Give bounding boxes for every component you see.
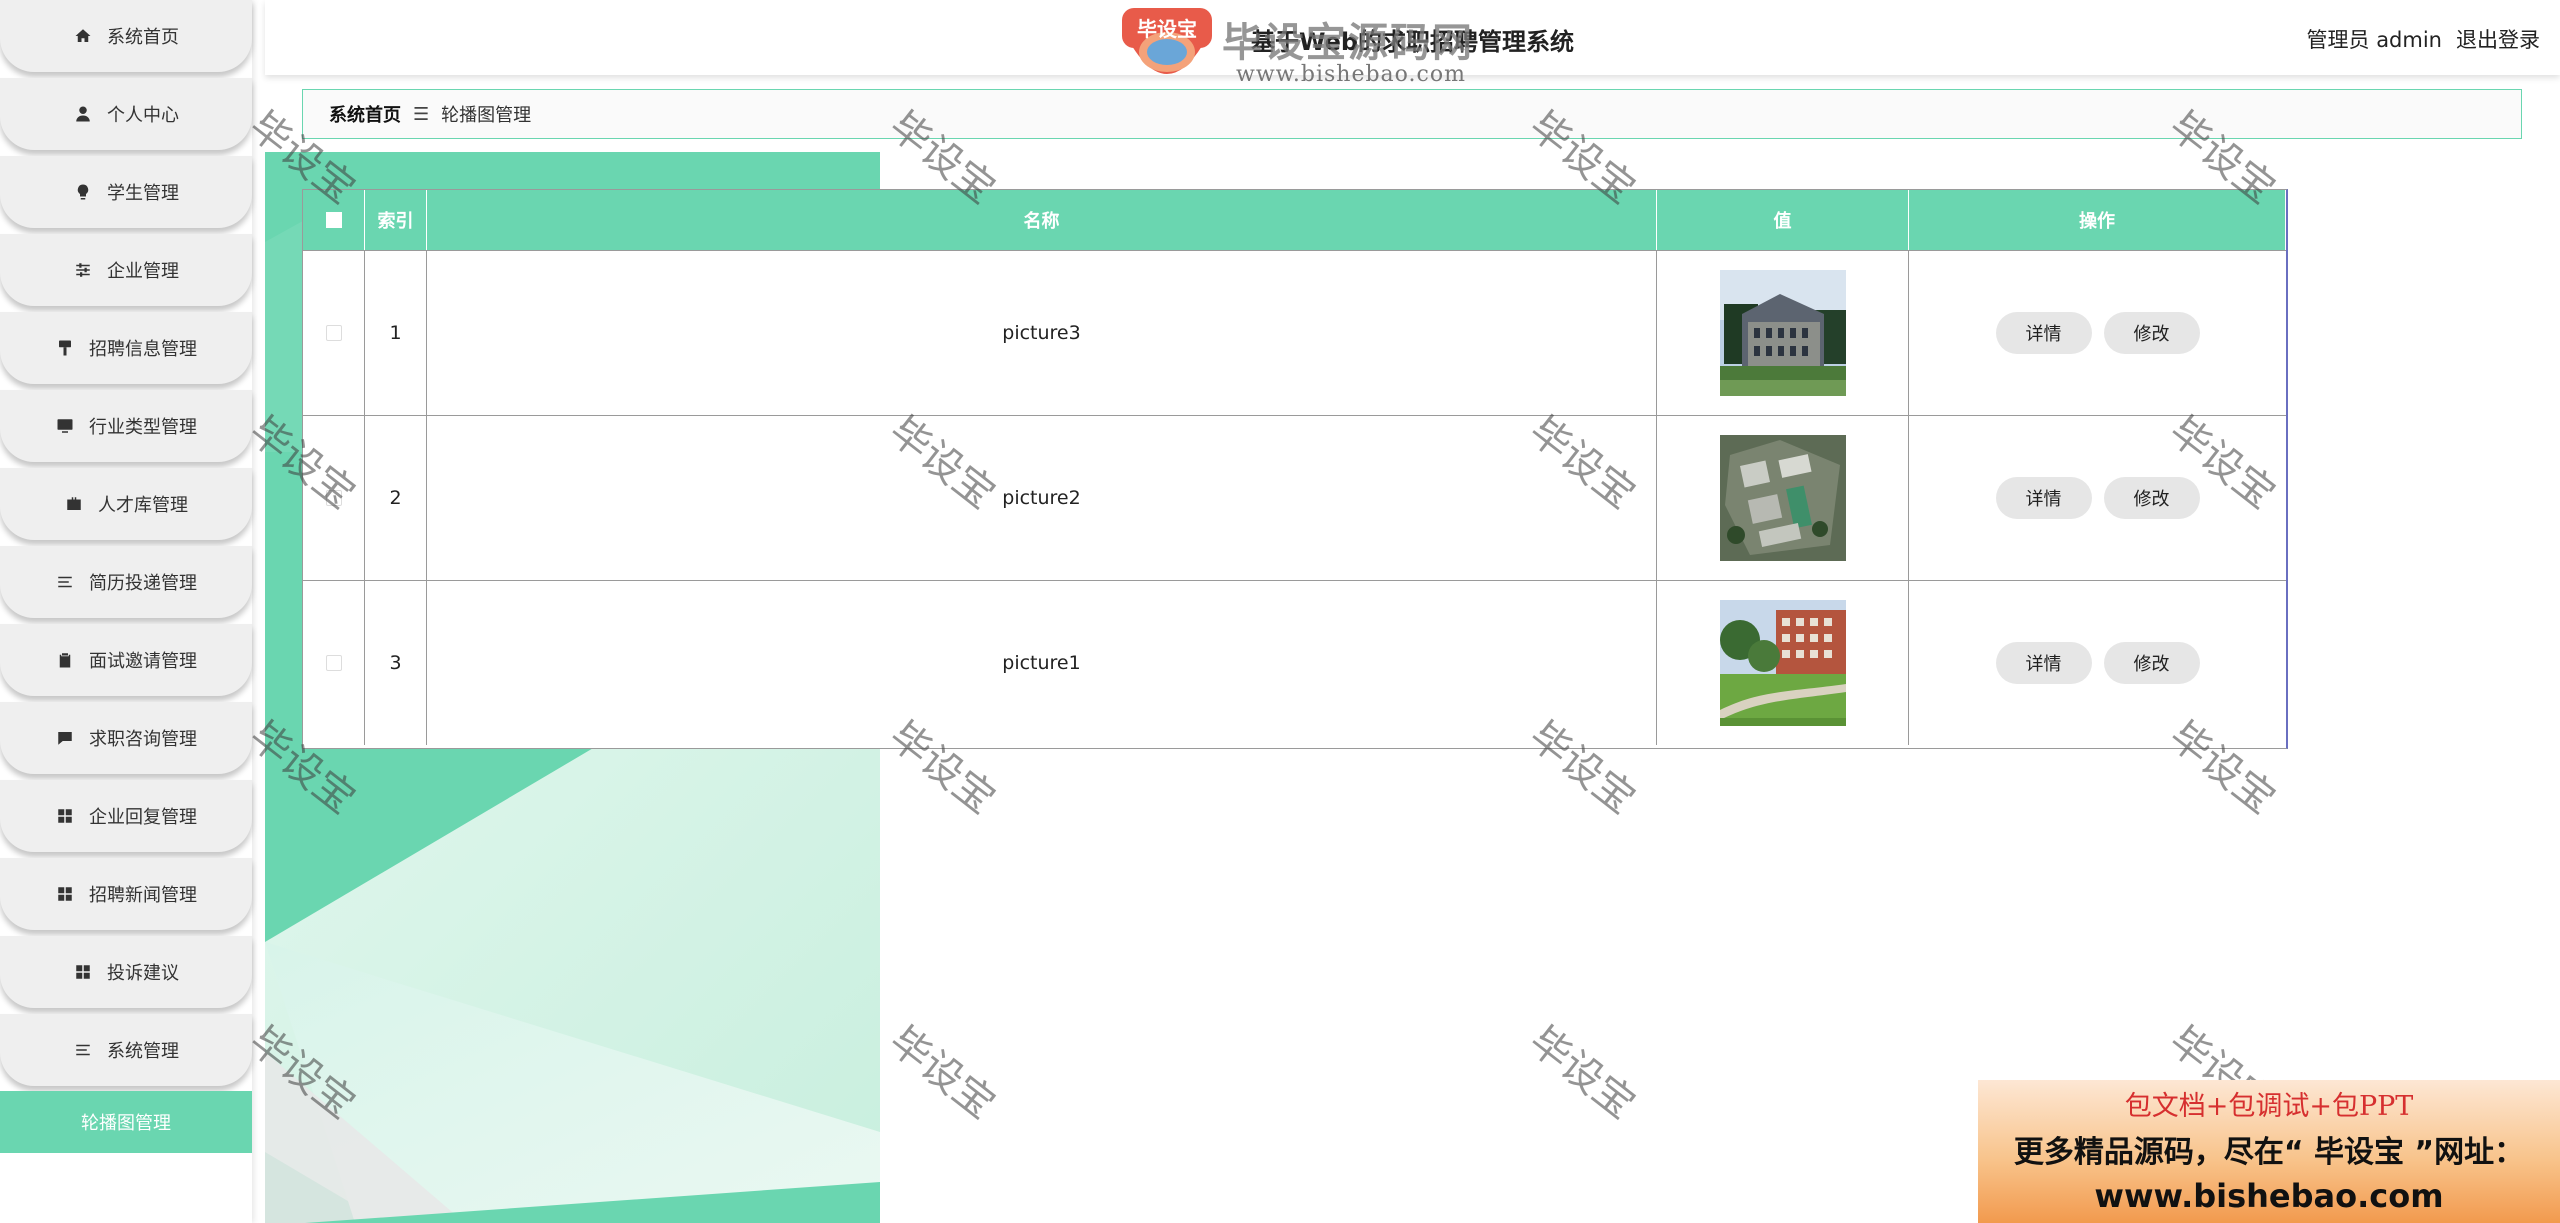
sliders-icon — [73, 260, 93, 280]
ad-url: www.bishebao.com — [2094, 1177, 2444, 1215]
row-actions: 详情 修改 — [1909, 580, 2286, 745]
sidebar-item-label: 学生管理 — [107, 183, 179, 204]
sidebar: 系统首页 个人中心 学生管理 企业管理 招聘信息管理 行业类型管理 人才库管理 … — [0, 0, 252, 1223]
user-icon — [73, 104, 93, 124]
sidebar-item-label: 招聘新闻管理 — [89, 885, 197, 906]
row-index: 2 — [365, 415, 427, 580]
sidebar-item-label: 企业管理 — [107, 261, 179, 282]
sidebar-item-label: 个人中心 — [107, 105, 179, 126]
detail-button[interactable]: 详情 — [1995, 642, 2092, 684]
sidebar-item-system[interactable]: 系统管理 — [0, 1014, 252, 1086]
column-header-name: 名称 — [427, 190, 1657, 250]
sidebar-item-label: 系统管理 — [107, 1041, 179, 1062]
sidebar-item-interview-invites[interactable]: 面试邀请管理 — [0, 624, 252, 696]
sidebar-item-industry-types[interactable]: 行业类型管理 — [0, 390, 252, 462]
briefcase-icon — [64, 494, 84, 514]
ad-banner[interactable]: 包文档+包调试+包PPT 更多精品源码，尽在“ 毕设宝 ”网址： www.bis… — [1978, 1080, 2560, 1223]
sidebar-item-profile[interactable]: 个人中心 — [0, 78, 252, 150]
sidebar-item-label: 投诉建议 — [107, 963, 179, 984]
sidebar-item-recruit-news[interactable]: 招聘新闻管理 — [0, 858, 252, 930]
detail-button[interactable]: 详情 — [1995, 312, 2092, 354]
row-checkbox[interactable] — [325, 490, 342, 506]
row-name: picture3 — [427, 250, 1657, 415]
sidebar-item-complaints[interactable]: 投诉建议 — [0, 936, 252, 1008]
sidebar-item-label: 求职咨询管理 — [89, 729, 197, 750]
sidebar-item-carousel[interactable]: 轮播图管理 — [0, 1091, 252, 1153]
carousel-table: 索引 名称 值 操作 1 picture3 详情 修改 2 picture2 详… — [302, 189, 2288, 749]
sidebar-item-label: 招聘信息管理 — [89, 339, 197, 360]
watermark: 毕设宝 — [880, 1017, 1004, 1129]
user-label: 管理员 admin — [2306, 28, 2442, 52]
logout-link[interactable]: 退出登录 — [2456, 24, 2540, 54]
sidebar-item-companies[interactable]: 企业管理 — [0, 234, 252, 306]
select-all-header — [303, 190, 365, 250]
row-name: picture2 — [427, 415, 1657, 580]
sidebar-item-label: 面试邀请管理 — [89, 651, 197, 672]
row-value-cell — [1657, 415, 1909, 580]
watermark: 毕设宝 — [1520, 1017, 1644, 1129]
brush-icon — [55, 338, 75, 358]
row-checkbox[interactable] — [325, 655, 342, 671]
row-actions: 详情 修改 — [1909, 415, 2286, 580]
row-actions: 详情 修改 — [1909, 250, 2286, 415]
row-select-cell — [303, 415, 365, 580]
ad-headline: 更多精品源码，尽在“ 毕设宝 ”网址： — [2013, 1135, 2525, 1170]
row-value-cell — [1657, 580, 1909, 745]
sidebar-item-talent-pool[interactable]: 人才库管理 — [0, 468, 252, 540]
row-select-cell — [303, 580, 365, 745]
breadcrumb-separator-icon: ☰ — [413, 103, 430, 125]
top-header: 基于Web的求职招聘管理系统 管理员 admin 退出登录 — [265, 0, 2560, 75]
sidebar-item-home[interactable]: 系统首页 — [0, 0, 252, 72]
monitor-icon — [55, 416, 75, 436]
sidebar-item-students[interactable]: 学生管理 — [0, 156, 252, 228]
edit-button[interactable]: 修改 — [2103, 312, 2200, 354]
bulb-icon — [73, 182, 93, 202]
grid-icon — [55, 806, 75, 826]
aerial-campus-photo — [1719, 435, 1846, 561]
detail-button[interactable]: 详情 — [1995, 477, 2092, 519]
sidebar-item-resume-delivery[interactable]: 简历投递管理 — [0, 546, 252, 618]
list-icon — [55, 572, 75, 592]
user-area: 管理员 admin 退出登录 — [2307, 24, 2540, 54]
breadcrumb: 系统首页 ☰ 轮播图管理 — [302, 89, 2522, 139]
building-photo — [1719, 270, 1846, 396]
row-value-cell — [1657, 250, 1909, 415]
column-header-value: 值 — [1657, 190, 1909, 250]
page-title: 基于Web的求职招聘管理系统 — [1250, 28, 1575, 56]
select-all-checkbox[interactable] — [325, 212, 342, 228]
sidebar-item-label: 轮播图管理 — [81, 1113, 171, 1134]
sidebar-item-job-postings[interactable]: 招聘信息管理 — [0, 312, 252, 384]
row-name: picture1 — [427, 580, 1657, 745]
sidebar-item-label: 企业回复管理 — [89, 807, 197, 828]
row-index: 1 — [365, 250, 427, 415]
sidebar-item-label: 系统首页 — [107, 27, 179, 48]
edit-button[interactable]: 修改 — [2103, 642, 2200, 684]
home-icon — [73, 26, 93, 46]
list-icon — [73, 1040, 93, 1060]
sidebar-item-label: 简历投递管理 — [89, 573, 197, 594]
grid-icon — [73, 962, 93, 982]
sidebar-item-company-replies[interactable]: 企业回复管理 — [0, 780, 252, 852]
grid-icon — [55, 884, 75, 904]
row-checkbox[interactable] — [325, 325, 342, 341]
column-header-actions: 操作 — [1909, 190, 2286, 250]
column-header-index: 索引 — [365, 190, 427, 250]
clipboard-icon — [55, 650, 75, 670]
edit-button[interactable]: 修改 — [2103, 477, 2200, 519]
row-select-cell — [303, 250, 365, 415]
chat-icon — [55, 728, 75, 748]
sidebar-item-label: 人才库管理 — [98, 495, 188, 516]
row-index: 3 — [365, 580, 427, 745]
breadcrumb-home[interactable]: 系统首页 — [329, 101, 401, 127]
sidebar-item-job-consultation[interactable]: 求职咨询管理 — [0, 702, 252, 774]
campus-lawn-photo — [1719, 600, 1846, 726]
ad-tagline: 包文档+包调试+包PPT — [2124, 1091, 2414, 1122]
sidebar-item-label: 行业类型管理 — [89, 417, 197, 438]
breadcrumb-current: 轮播图管理 — [441, 105, 532, 126]
